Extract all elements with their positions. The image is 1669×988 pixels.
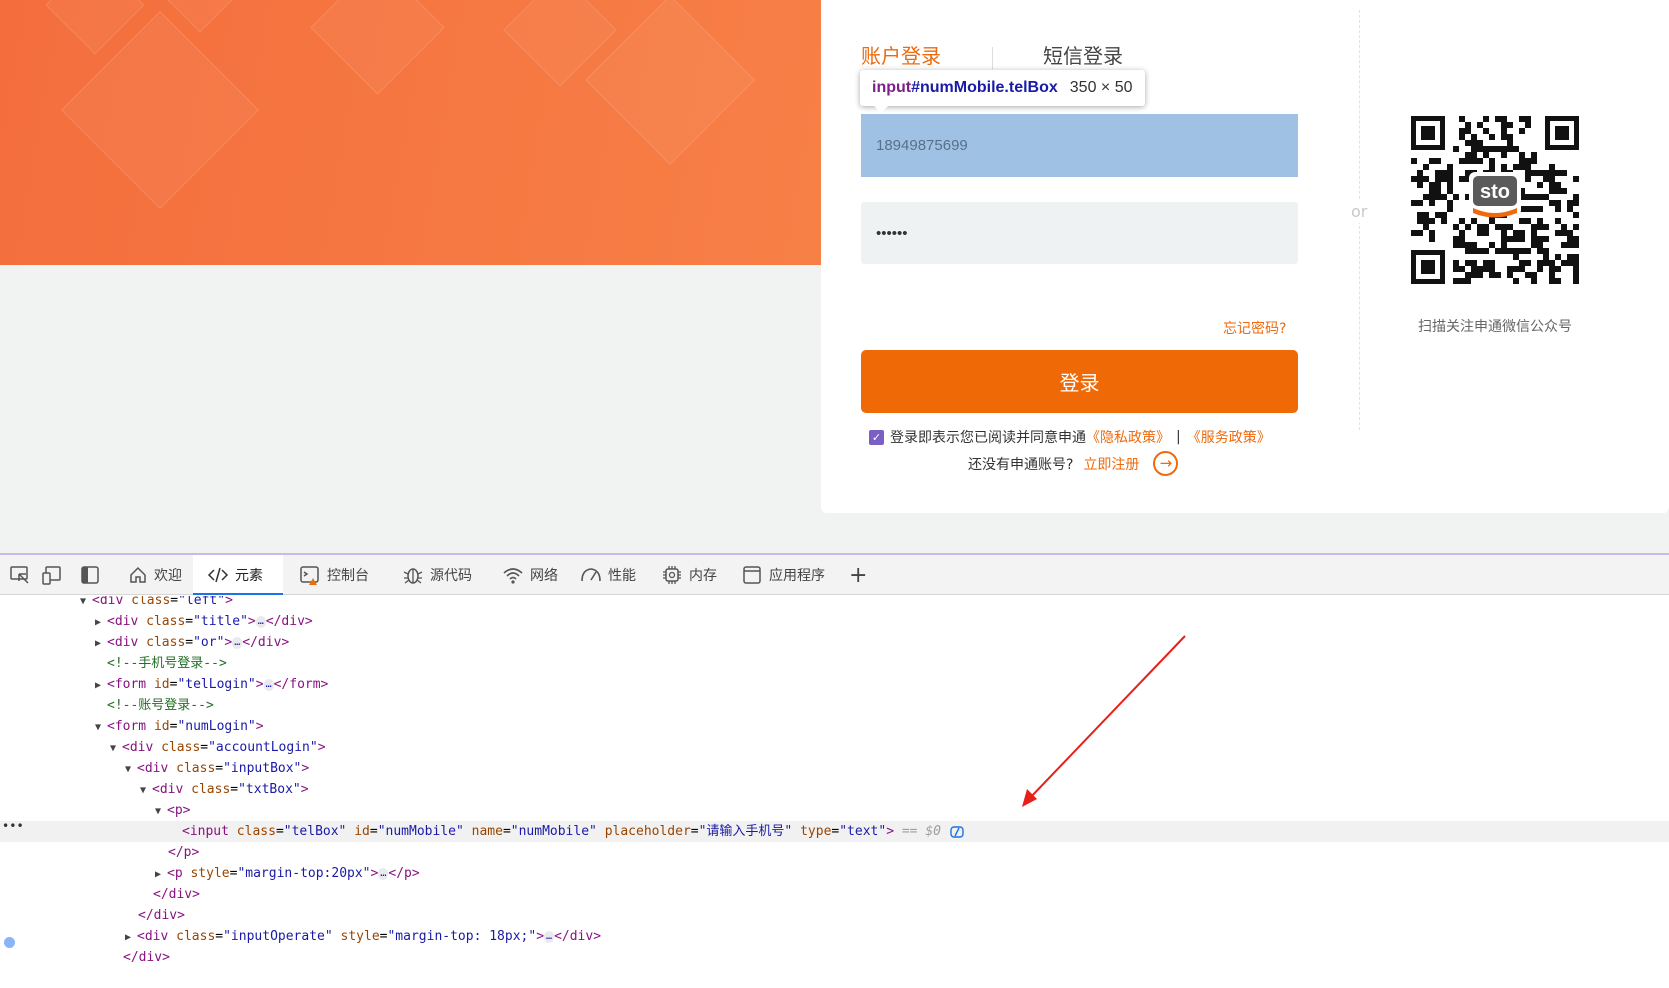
web-page: 账户登录 短信登录 input#numMobile.telBox 350 × 5…: [0, 0, 1669, 553]
tab-label: 元素: [235, 568, 263, 584]
policy-separator: |: [1176, 429, 1181, 445]
agreement-text: 登录即表示您已阅读并同意申通: [890, 430, 1086, 446]
tab-performance[interactable]: 性能: [580, 555, 636, 595]
login-button[interactable]: 登录: [861, 350, 1298, 413]
forgot-password-link[interactable]: 忘记密码?: [1223, 318, 1286, 338]
home-icon: [130, 566, 146, 583]
collapsed-ellipsis[interactable]: …: [544, 930, 555, 943]
inspect-tooltip: input#numMobile.telBox 350 × 50: [860, 70, 1145, 113]
inspect-element-icon[interactable]: [9, 564, 31, 586]
dom-line[interactable]: ▼ <form id="numLogin">: [0, 716, 1669, 737]
devtools-panel: 欢迎 元素 控制台 源代码 网络 性能 内存 应用程序 + ▼ <div cla…: [0, 553, 1669, 986]
dom-line[interactable]: ▶ <div class="inputOperate" style="margin…: [0, 926, 1669, 947]
arrow-right-circle-icon[interactable]: →: [1153, 451, 1179, 476]
tooltip-pointer: [874, 106, 888, 113]
chip-icon: [663, 566, 681, 584]
code-icon: [207, 567, 229, 583]
add-tab-icon[interactable]: +: [849, 563, 867, 588]
qr-caption: 扫描关注申通微信公众号: [1418, 319, 1572, 335]
tab-application[interactable]: 应用程序: [741, 555, 825, 595]
phone-input[interactable]: [861, 114, 1298, 177]
dom-line[interactable]: </div>: [0, 884, 1669, 905]
tab-label: 应用程序: [769, 568, 825, 584]
tab-sms-login[interactable]: 短信登录: [1043, 40, 1123, 69]
collapsed-ellipsis[interactable]: …: [378, 867, 389, 880]
bug-icon: [403, 568, 423, 584]
tooltip-tag: input: [872, 79, 912, 96]
dom-line[interactable]: ▼ <div class="accountLogin">: [0, 737, 1669, 758]
dom-line[interactable]: <!--账号登录-->: [0, 695, 1669, 716]
tab-label: 网络: [530, 568, 558, 584]
dom-line-selected[interactable]: <input class="telBox" id="numMobile" nam…: [0, 821, 1669, 842]
dom-line[interactable]: </div>: [0, 905, 1669, 926]
dom-line[interactable]: ▼ <div class="left">: [0, 596, 1669, 611]
dom-line[interactable]: <!--手机号登录-->: [0, 653, 1669, 674]
window-icon: [743, 566, 761, 584]
tab-welcome[interactable]: 欢迎: [118, 555, 192, 595]
dom-line[interactable]: ▶ <form id="telLogin">… </form>: [0, 674, 1669, 695]
dom-line[interactable]: ▼ <p>: [0, 800, 1669, 821]
dom-line[interactable]: ▼ <div class="txtBox">: [0, 779, 1669, 800]
console-icon: [300, 566, 319, 585]
tab-console[interactable]: 控制台: [299, 555, 369, 595]
tab-sources[interactable]: 源代码: [402, 555, 472, 595]
tooltip-dimensions: 350 × 50: [1069, 79, 1133, 96]
sidebar-toggle-icon[interactable]: [79, 564, 101, 586]
or-separator: or: [1351, 200, 1368, 223]
privacy-policy-link[interactable]: 《隐私政策》: [1086, 427, 1170, 447]
collapsed-ellipsis[interactable]: …: [232, 636, 243, 649]
qr-code-icon: sto: [1411, 116, 1579, 284]
row-actions-icon[interactable]: •••: [2, 819, 24, 833]
dom-line[interactable]: ▼ <div class="inputBox">: [0, 758, 1669, 779]
dom-line[interactable]: ▶ <p style="margin-top:20px">… </p>: [0, 863, 1669, 884]
dom-line[interactable]: ▶ <div class="or">… </div>: [0, 632, 1669, 653]
service-policy-link[interactable]: 《服务政策》: [1187, 427, 1271, 447]
dom-line[interactable]: ▶ <div class="title">… </div>: [0, 611, 1669, 632]
banner-decoration: [310, 0, 445, 95]
tab-network[interactable]: 网络: [502, 555, 558, 595]
tab-label: 源代码: [430, 568, 472, 584]
agreement-row: ✓ 登录即表示您已阅读并同意申通 《隐私政策》 | 《服务政策》: [869, 427, 1271, 447]
password-input[interactable]: [861, 202, 1298, 264]
agreement-checkbox[interactable]: ✓: [869, 429, 884, 445]
dom-tree: ▼ <div class="left"> ▶ <div class="title">…: [0, 596, 1669, 988]
tab-label: 欢迎: [154, 568, 182, 584]
register-link[interactable]: 立即注册: [1083, 454, 1139, 474]
dom-line[interactable]: </p>: [0, 842, 1669, 863]
tab-label: 性能: [608, 568, 636, 584]
copilot-icon[interactable]: [949, 825, 967, 839]
tooltip-selector: input#numMobile.telBox: [872, 79, 1058, 97]
tab-label: 内存: [689, 568, 717, 584]
register-row: 还没有申通账号? 立即注册 →: [968, 451, 1179, 476]
device-emulation-icon[interactable]: [41, 564, 63, 586]
tab-account-login[interactable]: 账户登录: [861, 40, 941, 69]
tooltip-id-class: #numMobile.telBox: [911, 79, 1058, 96]
wifi-icon: [503, 568, 523, 584]
login-card: 账户登录 短信登录 input#numMobile.telBox 350 × 5…: [821, 0, 1669, 513]
tab-label: 控制台: [327, 568, 369, 584]
tab-divider: [992, 47, 993, 69]
tab-elements[interactable]: 元素: [193, 555, 283, 595]
gauge-icon: [581, 568, 601, 582]
collapsed-ellipsis[interactable]: …: [255, 615, 266, 628]
tab-memory[interactable]: 内存: [661, 555, 717, 595]
breakpoint-dot: [4, 937, 15, 948]
dom-line[interactable]: </div>: [0, 947, 1669, 968]
devtools-toolbar: 欢迎 元素 控制台 源代码 网络 性能 内存 应用程序 +: [0, 555, 1669, 595]
register-prompt: 还没有申通账号?: [968, 456, 1074, 473]
qr-logo-text: sto: [1480, 181, 1510, 203]
collapsed-ellipsis[interactable]: …: [263, 678, 274, 691]
